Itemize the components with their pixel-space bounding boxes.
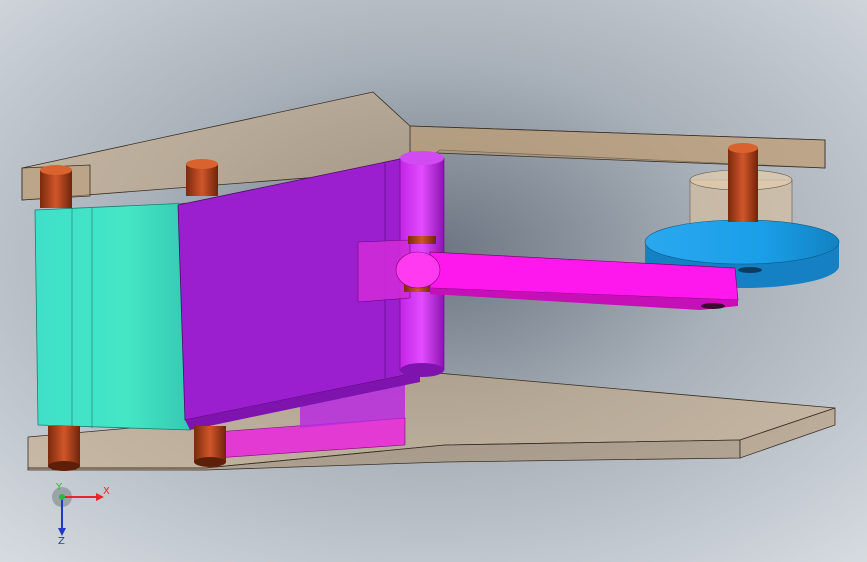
- y-axis-dot: [59, 494, 65, 500]
- middle-pin-top[interactable]: [186, 159, 218, 196]
- x-axis-label: X: [103, 486, 110, 497]
- cad-viewport[interactable]: X Y Z: [0, 0, 867, 562]
- y-axis-label: Y: [55, 482, 63, 493]
- left-pin-top[interactable]: [40, 165, 72, 208]
- z-axis-label: Z: [58, 536, 65, 547]
- arm-end-bore: [701, 303, 725, 309]
- right-pin[interactable]: [728, 143, 758, 222]
- cyan-block[interactable]: [34, 202, 191, 431]
- disc-bore: [738, 267, 762, 273]
- left-pin-bottom[interactable]: [48, 426, 80, 471]
- middle-pin-bottom[interactable]: [194, 426, 226, 467]
- hinge-pin-upper[interactable]: [408, 236, 436, 244]
- assembly-model-view[interactable]: X Y Z: [0, 0, 867, 562]
